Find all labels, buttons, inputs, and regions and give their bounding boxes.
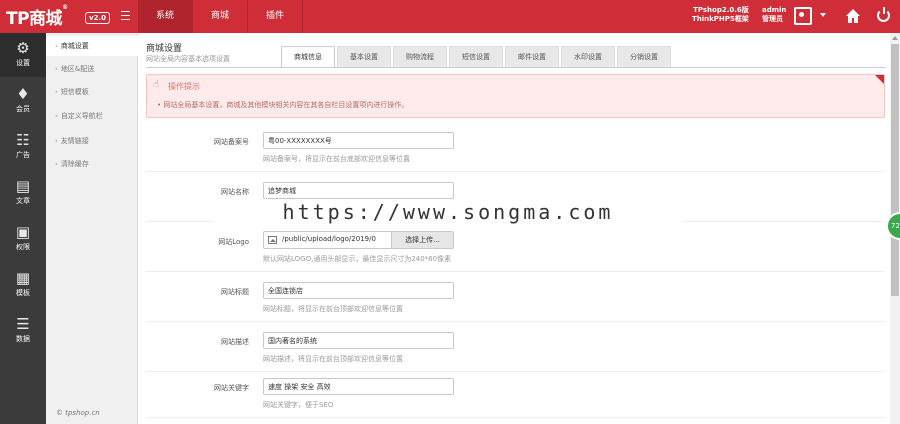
keywords-input[interactable] <box>263 378 454 395</box>
logo-label: 网站Logo <box>218 238 249 246</box>
record-hint: 网站备案号，将显示在前台底部欢迎信息等位置 <box>263 155 410 163</box>
tab-watermark[interactable]: 水印设置 <box>561 46 615 67</box>
module-sidebar: ⚙ 设置 ♦ 会员 ☷ 广告 ▤ 文章 ▣ 权限 ▦ 模板 ☰ 数据 <box>0 33 46 424</box>
site-title-label: 网站标题 <box>221 288 249 296</box>
sidebar-item-articles[interactable]: ▤ 文章 <box>0 171 46 215</box>
gear-icon: ⚙ <box>16 39 30 57</box>
site-desc-label: 网站描述 <box>221 338 249 346</box>
lock-icon: ▣ <box>15 223 31 241</box>
logo-path: /public/upload/logo/2019/0 <box>282 235 376 243</box>
top-nav: 系统 商城 插件 <box>138 0 303 33</box>
site-name-input[interactable] <box>263 182 454 199</box>
page-title: 商城设置 <box>146 44 183 54</box>
sidebar-item-ads[interactable]: ☷ 广告 <box>0 125 46 169</box>
upload-button[interactable]: 选择上传... <box>391 232 453 248</box>
form-row-logo: 网站Logo /public/upload/logo/2019/0 选择上传..… <box>146 222 885 272</box>
document-icon: ▤ <box>15 177 31 195</box>
tips-panel: ☝ 操作提示 • 网站全局基本设置，商城及其他模块相关内容在其各自栏目设置项内进… <box>146 74 885 118</box>
nav-system[interactable]: 系统 <box>138 0 193 33</box>
site-title-hint: 网站标题，将显示在前台顶部欢迎信息等位置 <box>263 305 403 313</box>
submenu-custom-nav[interactable]: 自定义导航栏 <box>46 106 138 126</box>
form-row-keywords: 网站关键字 网站关键字，便于SEO <box>146 368 885 418</box>
sidebar-item-settings[interactable]: ⚙ 设置 <box>0 33 46 77</box>
image-icon <box>268 236 277 244</box>
submenu-mall-settings[interactable]: 商城设置 <box>46 36 138 56</box>
admin-info[interactable]: admin 管理员 <box>762 6 786 24</box>
record-input[interactable] <box>263 132 454 149</box>
sidebar-item-templates[interactable]: ▦ 模板 <box>0 263 46 307</box>
nav-mall[interactable]: 商城 <box>193 0 248 33</box>
sidebar-item-permissions[interactable]: ▣ 权限 <box>0 217 46 261</box>
grid-icon: ▦ <box>15 269 31 287</box>
submenu-sms-templates[interactable]: 短信模板 <box>46 82 138 102</box>
copyright: © tpshop.cn <box>56 409 100 417</box>
submenu-clear-cache[interactable]: 清除缓存 <box>46 154 138 174</box>
main-content: 商城设置 网站全局内容基本选项设置 商城信息 基本设置 购物流程 短信设置 邮件… <box>138 33 890 424</box>
watermark: https://www.songma.com <box>213 199 683 225</box>
hand-pointer-icon: ☝ <box>153 79 160 90</box>
home-icon[interactable] <box>845 8 861 24</box>
tab-basic[interactable]: 基本设置 <box>337 46 391 67</box>
submenu-friend-links[interactable]: 友情链接 <box>46 131 138 151</box>
logo-file-input[interactable]: /public/upload/logo/2019/0 选择上传... <box>263 231 454 249</box>
submenu-region-shipping[interactable]: 地区&配送 <box>46 59 138 79</box>
sub-menu: 商城设置 地区&配送 短信模板 自定义导航栏 友情链接 清除缓存 © tpsho… <box>46 33 138 424</box>
sidebar-item-data[interactable]: ☰ 数据 <box>0 309 46 353</box>
database-icon: ☰ <box>16 315 30 333</box>
record-label: 网站备案号 <box>214 138 249 146</box>
keywords-hint: 网站关键字，便于SEO <box>263 401 334 409</box>
system-info: TPshop2.0.6版 ThinkPHP5框架 <box>692 6 749 23</box>
menu-toggle-icon[interactable] <box>121 11 130 20</box>
chevron-down-icon[interactable] <box>820 13 826 17</box>
logo[interactable]: TP商城® <box>6 4 68 29</box>
site-desc-input[interactable] <box>263 332 454 349</box>
diamond-icon: ♦ <box>16 85 30 103</box>
tips-text: • 网站全局基本设置，商城及其他模块相关内容在其各自栏目设置项内进行操作。 <box>157 101 409 109</box>
form-row-record: 网站备案号 网站备案号，将显示在前台底部欢迎信息等位置 <box>146 122 885 172</box>
logo-hint: 默认网站LOGO,通用头部显示，最佳显示尺寸为240*60像素 <box>263 255 452 263</box>
keywords-label: 网站关键字 <box>214 384 249 392</box>
form-row-description: 网站描述 网站描述，将显示在前台顶部欢迎信息等位置 <box>146 322 885 372</box>
tab-email[interactable]: 邮件设置 <box>505 46 559 67</box>
collapse-corner-icon[interactable] <box>875 75 884 84</box>
scroll-up-icon[interactable] <box>892 36 898 40</box>
site-desc-hint: 网站描述，将显示在前台顶部欢迎信息等位置 <box>263 355 403 363</box>
tab-distribution[interactable]: 分销设置 <box>617 46 671 67</box>
form-row-title: 网站标题 网站标题，将显示在前台顶部欢迎信息等位置 <box>146 272 885 322</box>
site-title-input[interactable] <box>263 282 454 299</box>
sitemap-icon: ☷ <box>16 131 30 149</box>
sidebar-item-members[interactable]: ♦ 会员 <box>0 79 46 123</box>
page-subtitle: 网站全局内容基本选项设置 <box>146 55 230 63</box>
tips-title: 操作提示 <box>168 82 200 91</box>
top-bar: TP商城® v2.0 系统 商城 插件 TPshop2.0.6版 ThinkPH… <box>0 0 900 33</box>
admin-card-icon[interactable] <box>794 7 812 25</box>
tab-mall-info[interactable]: 商城信息 <box>281 46 335 67</box>
tab-checkout[interactable]: 购物流程 <box>393 46 447 67</box>
tab-divider <box>146 67 886 68</box>
nav-plugins[interactable]: 插件 <box>248 0 303 33</box>
version-badge: v2.0 <box>85 12 110 24</box>
site-name-label: 网站名称 <box>221 188 249 196</box>
power-icon[interactable] <box>877 7 890 22</box>
tab-sms[interactable]: 短信设置 <box>449 46 503 67</box>
settings-tabs: 商城信息 基本设置 购物流程 短信设置 邮件设置 水印设置 分销设置 <box>281 46 673 67</box>
scroll-thumb[interactable] <box>891 44 899 296</box>
